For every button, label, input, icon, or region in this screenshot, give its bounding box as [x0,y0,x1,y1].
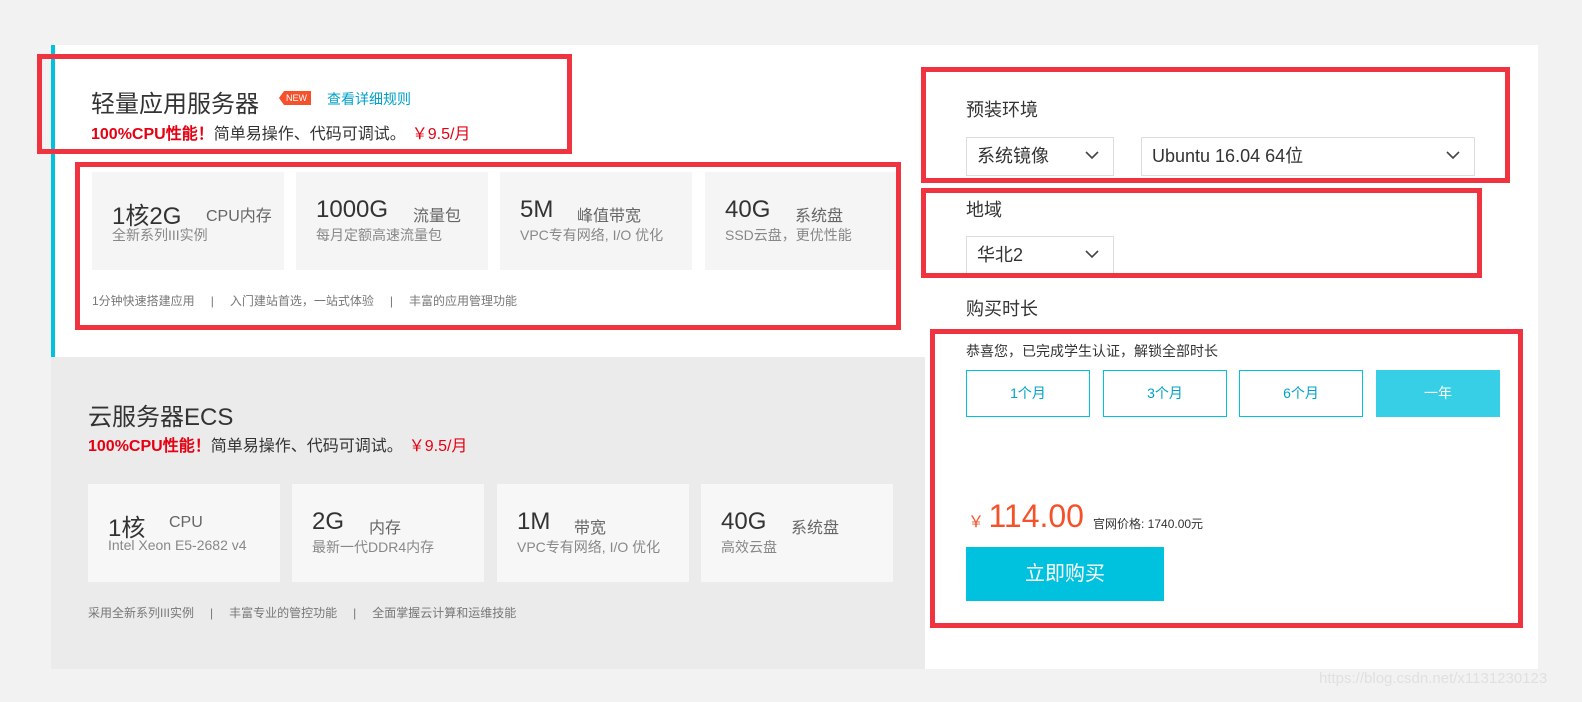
feature-separator: | [353,606,357,620]
spec-desc: 最新一代DDR4内存 [312,539,435,555]
feature-item: 丰富专业的管控功能 [229,606,338,620]
spec-card: 40G 系统盘 高效云盘 [701,484,893,582]
spec-unit: CPU [169,514,203,531]
feature-item: 采用全新系列III实例 [88,606,195,620]
spec-desc: VPC专有网络, I/O 优化 [517,539,661,555]
promo-text: 简单易操作、代码可调试。 [210,438,403,455]
ecs-promo: 100%CPU性能！简单易操作、代码可调试。 ￥9.5/月 [88,432,467,456]
spec-card: 1核 CPU Intel Xeon E5-2682 v4 [88,484,280,582]
spec-unit: 带宽 [574,520,607,537]
annotation-box [75,162,901,330]
feature-item: 全面掌握云计算和运维技能 [372,606,517,620]
annotation-box [37,54,572,154]
spec-card: 2G 内存 最新一代DDR4内存 [292,484,484,582]
annotation-box [930,329,1523,628]
watermark: https://blog.csdn.net/x1131230123 [1319,670,1548,687]
spec-value: 40G [721,508,767,535]
spec-unit: 系统盘 [791,520,840,537]
ecs-title[interactable]: 云服务器ECS [88,397,233,432]
ecs-features: 采用全新系列III实例 | 丰富专业的管控功能 | 全面掌握云计算和运维技能 [88,604,516,621]
spec-value: 2G [312,508,345,535]
spec-desc: Intel Xeon E5-2682 v4 [108,537,247,553]
duration-label: 购买时长 [966,299,1038,319]
spec-value: 1M [517,508,551,535]
promo-price: ￥9.5/月 [408,438,468,455]
spec-desc: 高效云盘 [721,539,777,555]
annotation-box [921,188,1482,278]
feature-separator: | [210,606,214,620]
spec-unit: 内存 [369,520,402,537]
annotation-box [921,67,1510,183]
spec-card: 1M 带宽 VPC专有网络, I/O 优化 [497,484,689,582]
promo-highlight: 100%CPU性能！ [88,438,211,455]
